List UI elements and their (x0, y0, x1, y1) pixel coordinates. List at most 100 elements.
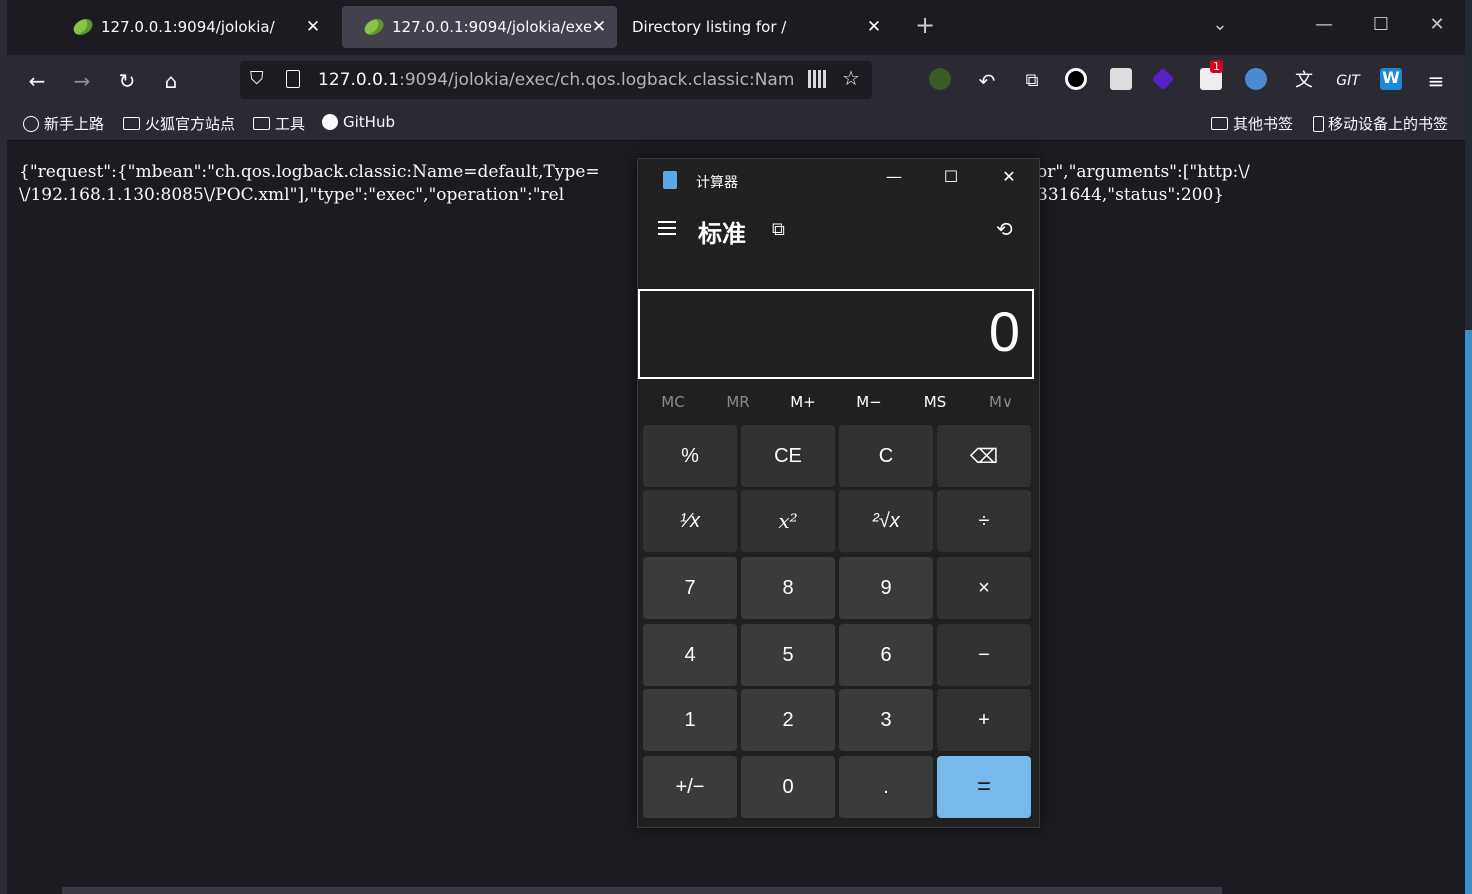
clear-button[interactable]: C (839, 425, 933, 487)
json-response-line2-right: 331644,"status":200} (1037, 185, 1225, 205)
url-path: :9094/jolokia/exec/ch.qos.logback.classi… (399, 70, 794, 90)
bookmark-tools[interactable]: 工具 (253, 113, 305, 134)
divide-button[interactable]: ÷ (937, 490, 1031, 552)
git-extension-icon[interactable]: GIT (1334, 67, 1362, 95)
history-icon[interactable]: ⟲ (996, 217, 1013, 241)
spring-leaf-icon (361, 15, 387, 39)
bookmark-getting-started[interactable]: 新手上路 (23, 113, 104, 134)
bookmark-firefox-site[interactable]: 火狐官方站点 (123, 113, 235, 134)
tab-list-chevron-icon[interactable]: ⌄ (1206, 14, 1234, 42)
json-response-line1-right: or","arguments":["http:\/ (1037, 162, 1250, 182)
display-value: 0 (988, 300, 1020, 363)
memory-subtract-button[interactable]: M− (836, 393, 902, 411)
digit-1-button[interactable]: 1 (643, 689, 737, 751)
keep-on-top-icon[interactable]: ⧉ (772, 219, 785, 240)
bookmark-label: 移动设备上的书签 (1328, 115, 1449, 133)
digit-6-button[interactable]: 6 (839, 624, 933, 686)
translate-icon[interactable]: 文 (1290, 67, 1318, 95)
horizontal-scrollbar[interactable] (62, 887, 1222, 894)
tab-directory-listing[interactable]: Directory listing for / ✕ (622, 6, 892, 48)
digit-9-button[interactable]: 9 (839, 557, 933, 619)
folder-icon (253, 117, 270, 130)
menu-hamburger-icon[interactable]: ≡ (1422, 67, 1450, 95)
bookmark-label: 工具 (275, 115, 306, 133)
close-icon[interactable]: ✕ (591, 17, 607, 37)
forward-arrow-icon[interactable]: → (68, 67, 96, 95)
calculator-title: 计算器 (696, 175, 738, 191)
tab-bar: 127.0.0.1:9094/jolokia/ ✕ 127.0.0.1:9094… (7, 0, 1465, 55)
square-button[interactable]: x² (741, 490, 835, 552)
digit-5-button[interactable]: 5 (741, 624, 835, 686)
result-display: 0 (638, 289, 1034, 379)
home-icon[interactable]: ⌂ (157, 67, 185, 95)
tab-title: 127.0.0.1:9094/jolokia/ (101, 18, 275, 36)
digit-4-button[interactable]: 4 (643, 624, 737, 686)
digit-0-button[interactable]: 0 (741, 756, 835, 818)
close-icon[interactable]: ✕ (305, 17, 321, 37)
undo-icon[interactable]: ↶ (973, 67, 1001, 95)
bookmark-github[interactable]: GitHub (322, 113, 395, 131)
decimal-button[interactable]: . (839, 756, 933, 818)
mode-title: 标准 (698, 220, 746, 248)
memory-recall-button[interactable]: MR (705, 393, 771, 411)
record-icon[interactable] (1065, 68, 1087, 90)
subtract-button[interactable]: − (937, 624, 1031, 686)
add-button[interactable]: + (937, 689, 1031, 751)
page-icon (286, 70, 300, 88)
digit-3-button[interactable]: 3 (839, 689, 933, 751)
close-button[interactable]: ✕ (994, 167, 1024, 193)
qr-code-icon[interactable] (808, 70, 826, 88)
clear-entry-button[interactable]: CE (741, 425, 835, 487)
extension-icon[interactable] (929, 68, 951, 90)
new-tab-button[interactable]: + (911, 11, 939, 39)
tab-jolokia-exec[interactable]: 127.0.0.1:9094/jolokia/exec/c ✕ (342, 6, 617, 48)
w-extension-icon[interactable]: W (1380, 68, 1402, 90)
github-icon (322, 114, 338, 130)
ip-extension-icon[interactable] (1110, 68, 1132, 90)
tab-jolokia[interactable]: 127.0.0.1:9094/jolokia/ ✕ (51, 6, 331, 48)
negate-button[interactable]: +/− (643, 756, 737, 818)
percent-button[interactable]: % (643, 425, 737, 487)
url-text[interactable]: 127.0.0.1:9094/jolokia/exec/ch.qos.logba… (318, 70, 794, 90)
back-arrow-icon[interactable]: ← (23, 67, 51, 95)
digit-2-button[interactable]: 2 (741, 689, 835, 751)
square-root-button[interactable]: ²√x (839, 490, 933, 552)
navigation-menu-icon[interactable] (658, 221, 676, 235)
json-response-line1: {"request":{"mbean":"ch.qos.logback.clas… (19, 162, 600, 182)
reload-icon[interactable]: ↻ (113, 67, 141, 95)
digit-8-button[interactable]: 8 (741, 557, 835, 619)
globe-extension-icon[interactable] (1245, 68, 1267, 90)
background-window-edge-right (1465, 0, 1472, 894)
puzzle-extensions-icon[interactable]: ⧉ (1018, 67, 1046, 95)
purple-extension-icon[interactable] (1151, 67, 1175, 91)
multiply-button[interactable]: × (937, 557, 1031, 619)
memory-add-button[interactable]: M+ (770, 393, 836, 411)
close-icon[interactable]: ✕ (866, 17, 882, 37)
maximize-button[interactable]: ☐ (1367, 14, 1395, 42)
bookmark-mobile[interactable]: 移动设备上的书签 (1313, 113, 1448, 134)
digit-7-button[interactable]: 7 (643, 557, 737, 619)
bookmarks-toolbar: 新手上路 火狐官方站点 工具 GitHub 其他书签 移动设备上的书签 (7, 105, 1465, 141)
badge-extension-icon[interactable]: 1 (1200, 60, 1223, 90)
maximize-button[interactable]: ☐ (936, 167, 966, 193)
memory-clear-button[interactable]: MC (640, 393, 706, 411)
bookmark-star-icon[interactable]: ☆ (842, 66, 860, 90)
backspace-button[interactable]: ⌫ (937, 425, 1031, 487)
memory-store-button[interactable]: MS (902, 393, 968, 411)
bookmark-label: 火狐官方站点 (145, 115, 236, 133)
folder-icon (1211, 117, 1228, 130)
background-window-edge (0, 0, 7, 894)
bookmark-other[interactable]: 其他书签 (1211, 113, 1293, 134)
memory-list-button[interactable]: M∨ (968, 393, 1034, 411)
close-window-button[interactable]: ✕ (1423, 14, 1451, 42)
reciprocal-button[interactable]: ¹∕x (643, 490, 737, 552)
equals-button[interactable]: = (937, 756, 1031, 818)
calculator-app-icon (663, 171, 677, 189)
url-bar[interactable]: ⛉ 127.0.0.1:9094/jolokia/exec/ch.qos.log… (240, 61, 872, 99)
minimize-button[interactable]: — (879, 167, 909, 193)
shield-icon[interactable]: ⛉ (250, 68, 264, 89)
bookmark-label: 其他书签 (1233, 115, 1294, 133)
notification-badge: 1 (1210, 60, 1223, 73)
minimize-button[interactable]: — (1310, 14, 1338, 42)
bookmark-label: GitHub (343, 113, 395, 131)
